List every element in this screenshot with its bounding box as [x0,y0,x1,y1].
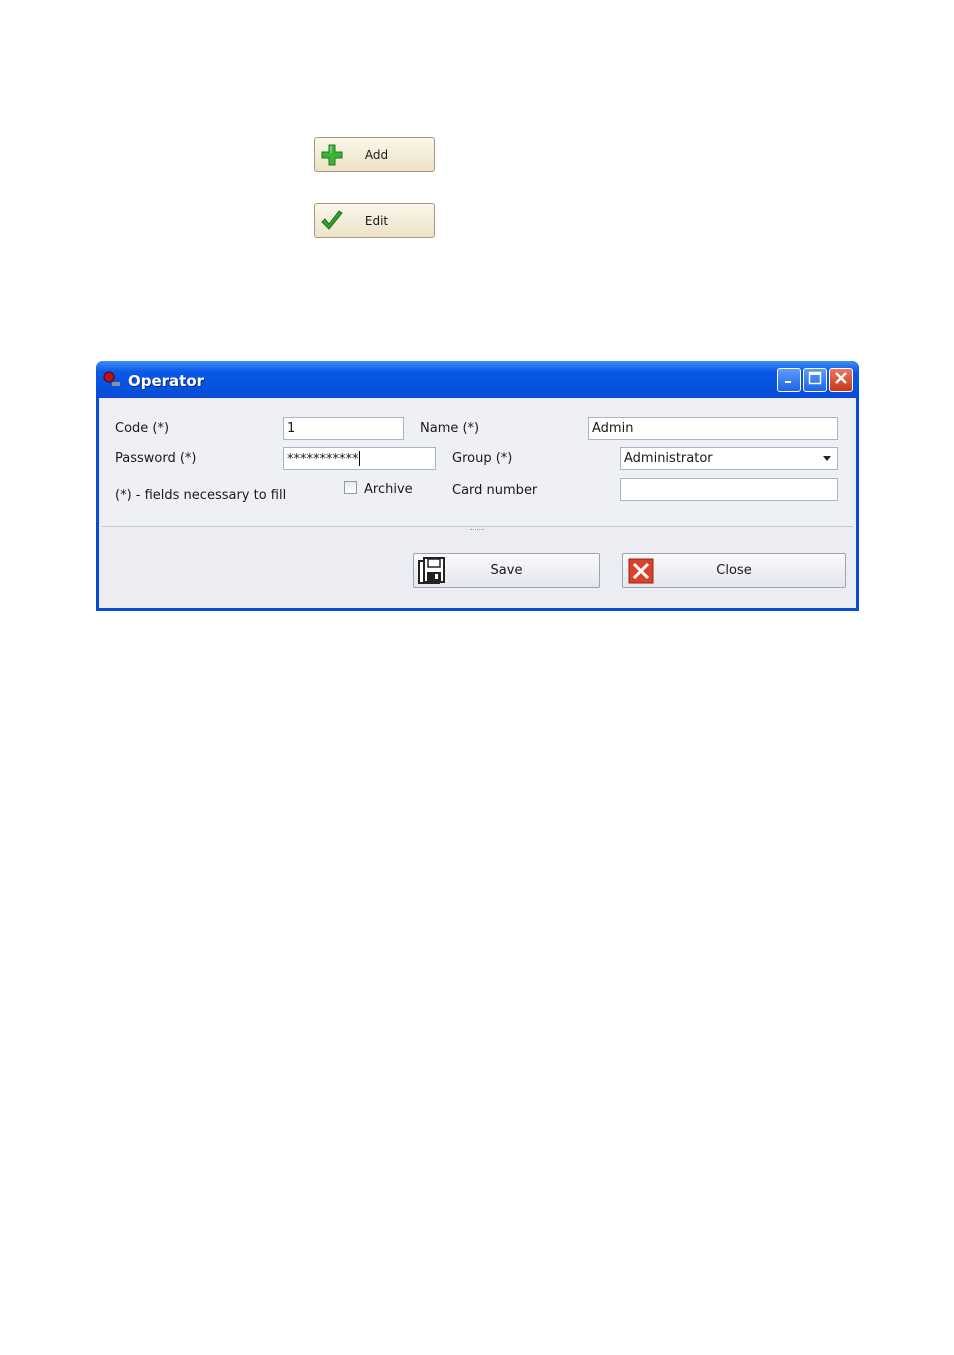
text-caret [358,451,360,466]
group-label: Group (*) [452,451,513,466]
panel-splitter[interactable] [470,529,484,533]
operator-window: Operator Code (*) 1 Name (*) Admin Passw… [96,361,859,611]
close-button[interactable]: Close [622,553,846,588]
code-label: Code (*) [115,421,170,436]
add-button-label: Add [364,147,389,162]
password-label: Password (*) [115,451,197,466]
card-number-field[interactable] [620,478,838,501]
save-button-label: Save [490,563,523,578]
checkmark-icon [319,208,345,234]
window-close-button[interactable] [829,368,853,392]
edit-button[interactable]: Edit [314,203,435,238]
maximize-icon [808,371,822,389]
title-bar[interactable]: Operator [96,361,859,398]
app-icon [103,371,121,389]
window-controls [777,368,853,392]
card-number-label: Card number [452,483,538,498]
maximize-button[interactable] [803,368,827,392]
save-button[interactable]: Save [413,553,600,588]
form-panel: Code (*) 1 Name (*) Admin Password (*) *… [102,401,853,527]
archive-checkbox[interactable] [344,481,357,494]
group-value: Administrator [624,451,713,466]
window-title: Operator [128,372,205,390]
window-client-area: Code (*) 1 Name (*) Admin Password (*) *… [99,398,856,608]
plus-icon [319,142,345,168]
floppy-disk-icon [417,556,447,586]
edit-button-label: Edit [364,213,389,228]
close-x-icon [626,556,656,586]
add-button[interactable]: Add [314,137,435,172]
minimize-button[interactable] [777,368,801,392]
minimize-icon [783,372,795,388]
name-field[interactable]: Admin [588,417,838,440]
close-icon [834,371,848,389]
code-value: 1 [287,421,296,436]
chevron-down-icon[interactable] [823,456,831,461]
group-select[interactable]: Administrator [620,447,838,470]
name-label: Name (*) [420,421,480,436]
password-value: *********** [287,452,359,467]
close-button-label: Close [716,563,752,578]
required-note: (*) - fields necessary to fill [115,488,287,503]
name-value: Admin [592,421,634,436]
password-field[interactable]: *********** [283,447,436,470]
code-field[interactable]: 1 [283,417,404,440]
archive-label[interactable]: Archive [364,482,413,497]
